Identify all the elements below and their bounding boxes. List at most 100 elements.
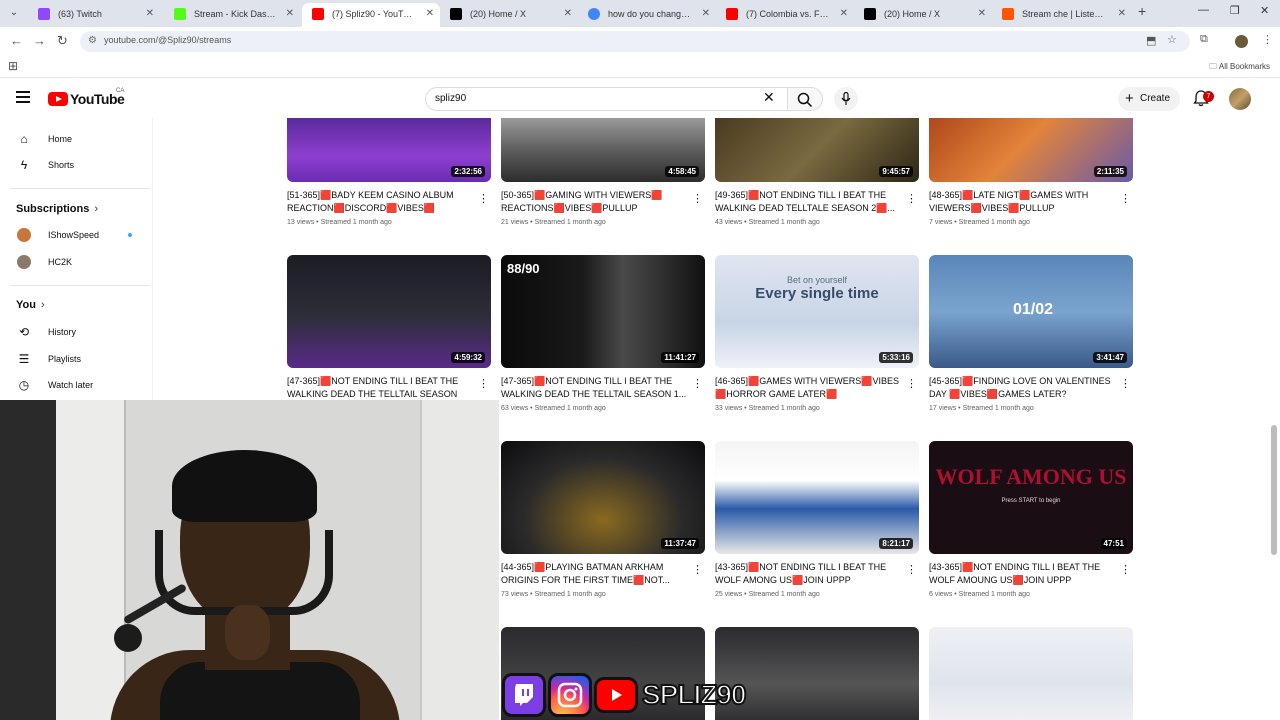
install-app-icon[interactable]: ⬒ (1146, 34, 1156, 47)
you-heading[interactable]: You › (16, 299, 45, 311)
video-card[interactable]: 2:32:56 ⋮ [51-365]🟥BADY KEEM CASINO ALBU… (287, 118, 491, 226)
sidebar-item-ishowspeed[interactable]: IShowSpeed (0, 223, 150, 247)
more-options-icon[interactable]: ⋮ (906, 194, 917, 205)
sidebar: ⌂ Home ϟ Shorts Subscriptions › IShowSpee… (0, 118, 153, 400)
video-card[interactable]: 11:37:47 ⋮ [44-365]🟥PLAYING BATMAN ARKHA… (501, 441, 705, 598)
more-options-icon[interactable]: ⋮ (692, 565, 703, 576)
more-options-icon[interactable]: ⋮ (478, 194, 489, 205)
sidebar-item-shorts[interactable]: ϟ Shorts (0, 153, 150, 177)
bookmark-star-icon[interactable]: ☆ (1167, 33, 1177, 46)
reload-icon[interactable]: ↻ (57, 33, 68, 49)
minimize-icon[interactable]: — (1198, 4, 1209, 16)
close-icon[interactable]: ✕ (564, 3, 572, 25)
video-thumbnail[interactable]: WOLF AMONG US Press START to begin 47:51 (929, 441, 1133, 554)
video-thumbnail[interactable]: 88/90 11:41:27 (501, 255, 705, 368)
video-card[interactable]: WOLF AMONG US Press START to begin 47:51 … (929, 441, 1133, 598)
video-title[interactable]: [47-365]🟥NOT ENDING TILL I BEAT THE WALK… (501, 375, 689, 401)
extensions-icon[interactable]: ⧉ (1200, 33, 1208, 46)
tab-x-home-2[interactable]: (20) Home / X ✕ (854, 3, 992, 25)
video-thumbnail[interactable]: 4:58:45 (501, 118, 705, 182)
sidebar-item-home[interactable]: ⌂ Home (0, 127, 150, 151)
url-field[interactable]: ⚙ youtube.com/@Spliz90/streams (80, 31, 1190, 52)
create-button[interactable]: + Create (1118, 87, 1180, 111)
video-card[interactable]: 4:58:45 ⋮ [50-365]🟥GAMING WITH VIEWERS🟥 … (501, 118, 705, 226)
more-options-icon[interactable]: ⋮ (692, 379, 703, 390)
search-button[interactable] (787, 87, 823, 111)
video-title[interactable]: [43-365]🟥NOT ENDING TILL I BEAT THE WOLF… (929, 561, 1117, 587)
new-tab-plus-icon[interactable]: + (1138, 3, 1146, 19)
menu-icon[interactable] (16, 91, 30, 103)
all-bookmarks[interactable]: 🗀 All Bookmarks (1209, 61, 1270, 75)
video-card[interactable]: 9:45:57 ⋮ [49-365]🟥NOT ENDING TILL I BEA… (715, 118, 919, 226)
video-title[interactable]: [45-365]🟥FINDING LOVE ON VALENTINES DAY … (929, 375, 1117, 401)
restore-icon[interactable]: ❐ (1230, 4, 1240, 17)
sidebar-item-watch-later[interactable]: ◷ Watch later (0, 373, 150, 397)
video-card[interactable]: 8:21:17 ⋮ [43-365]🟥NOT ENDING TILL I BEA… (715, 441, 919, 598)
video-title[interactable]: [47-365]🟥NOT ENDING TILL I BEAT THE WALK… (287, 375, 475, 401)
browser-menu-icon[interactable]: ⋮ (1262, 33, 1273, 46)
tab-search-icon[interactable]: ⌄ (6, 5, 22, 21)
search-input[interactable] (435, 93, 755, 104)
subscriptions-heading[interactable]: Subscriptions › (16, 203, 98, 215)
sidebar-item-hc2k[interactable]: HC2K (0, 250, 150, 274)
voice-search-button[interactable] (834, 87, 858, 111)
video-title[interactable]: [48-365]🟥LATE NIGT🟥GAMES WITH VIEWERS🟥VI… (929, 189, 1117, 215)
sidebar-item-playlists[interactable]: ☰ Playlists (0, 347, 150, 371)
clear-search-icon[interactable]: ✕ (763, 89, 775, 106)
close-icon[interactable]: ✕ (286, 3, 294, 25)
video-card[interactable]: 01/02 3:41:47 ⋮ [45-365]🟥FINDING LOVE ON… (929, 255, 1133, 412)
video-thumbnail[interactable]: 9:45:57 (715, 118, 919, 182)
site-info-icon[interactable]: ⚙ (88, 35, 97, 46)
video-thumbnail[interactable]: 2:11:35 (929, 118, 1133, 182)
video-title[interactable]: [51-365]🟥BADY KEEM CASINO ALBUM REACTION… (287, 189, 475, 215)
more-options-icon[interactable]: ⋮ (1120, 565, 1131, 576)
more-options-icon[interactable]: ⋮ (478, 379, 489, 390)
video-thumbnail[interactable]: 8:21:17 (715, 441, 919, 554)
sidebar-item-history[interactable]: ⟲ History (0, 320, 150, 344)
video-title[interactable]: [43-365]🟥NOT ENDING TILL I BEAT THE WOLF… (715, 561, 903, 587)
tab-youtube-active[interactable]: (7) Spliz90 - YouTube ✕ (302, 3, 440, 27)
back-arrow-icon[interactable]: ← (10, 33, 23, 48)
video-card[interactable] (929, 627, 1133, 720)
tab-stream[interactable]: Stream che | Listen to Full ✕ (992, 3, 1132, 25)
close-icon[interactable]: ✕ (146, 3, 154, 25)
video-thumbnail[interactable] (715, 627, 919, 720)
forward-arrow-icon[interactable]: → (33, 33, 46, 48)
close-icon[interactable]: ✕ (702, 3, 710, 25)
video-thumbnail[interactable] (929, 627, 1133, 720)
video-card[interactable]: 2:11:35 ⋮ [48-365]🟥LATE NIGT🟥GAMES WITH … (929, 118, 1133, 226)
more-options-icon[interactable]: ⋮ (1120, 194, 1131, 205)
video-title[interactable]: [50-365]🟥GAMING WITH VIEWERS🟥 REACTIONS🟥… (501, 189, 689, 215)
close-window-icon[interactable]: ✕ (1260, 4, 1269, 17)
video-title[interactable]: [49-365]🟥NOT ENDING TILL I BEAT THE WALK… (715, 189, 903, 215)
video-thumbnail[interactable]: 2:32:56 (287, 118, 491, 182)
more-options-icon[interactable]: ⋮ (906, 379, 917, 390)
close-icon[interactable]: ✕ (1118, 3, 1126, 25)
video-title[interactable]: [46-365]🟥GAMES WITH VIEWERS🟥VIBES 🟥HORRO… (715, 375, 903, 401)
page-scrollbar[interactable] (1271, 425, 1277, 555)
video-card[interactable] (715, 627, 919, 720)
close-icon[interactable]: ✕ (840, 3, 848, 25)
video-thumbnail[interactable]: 11:37:47 (501, 441, 705, 554)
more-options-icon[interactable]: ⋮ (1120, 379, 1131, 390)
tab-youtube-colombia[interactable]: (7) Colombia vs. France | ✕ (716, 3, 854, 25)
tab-twitch[interactable]: (63) Twitch ✕ (28, 3, 160, 25)
close-icon[interactable]: ✕ (426, 3, 434, 25)
video-thumbnail[interactable]: 4:59:32 (287, 255, 491, 368)
video-card[interactable]: 4:59:32 ⋮ [47-365]🟥NOT ENDING TILL I BEA… (287, 255, 491, 405)
profile-avatar[interactable] (1235, 35, 1248, 48)
more-options-icon[interactable]: ⋮ (692, 194, 703, 205)
video-card[interactable]: Bet on yourself Every single time 5:33:16… (715, 255, 919, 412)
apps-grid-icon[interactable]: ⊞ (8, 59, 18, 73)
tab-google-search[interactable]: how do you change your ✕ (578, 3, 716, 25)
account-avatar[interactable] (1229, 88, 1251, 110)
close-icon[interactable]: ✕ (978, 3, 986, 25)
video-thumbnail[interactable]: 01/02 3:41:47 (929, 255, 1133, 368)
tab-x-home[interactable]: (20) Home / X ✕ (440, 3, 578, 25)
more-options-icon[interactable]: ⋮ (906, 565, 917, 576)
video-thumbnail[interactable]: Bet on yourself Every single time 5:33:16 (715, 255, 919, 368)
video-title[interactable]: [44-365]🟥PLAYING BATMAN ARKHAM ORIGINS F… (501, 561, 689, 587)
tab-kick[interactable]: Stream - Kick Dashboard ✕ (164, 3, 300, 25)
youtube-logo[interactable]: YouTube (48, 91, 125, 107)
video-card[interactable]: 88/90 11:41:27 ⋮ [47-365]🟥NOT ENDING TIL… (501, 255, 705, 412)
